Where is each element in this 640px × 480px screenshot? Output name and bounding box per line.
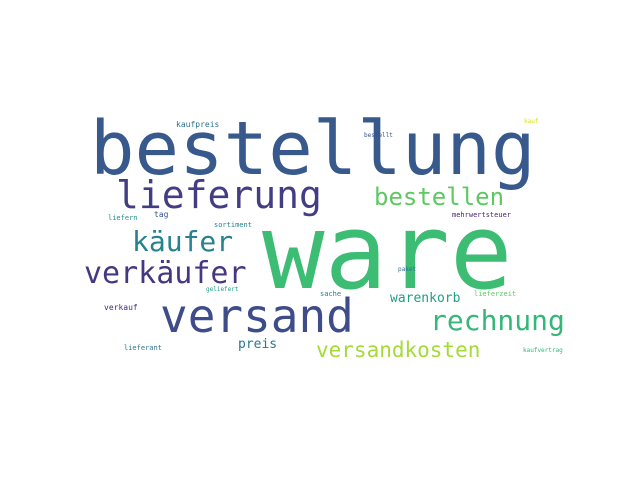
word-kaufvertrag: kaufvertrag — [523, 347, 563, 354]
word-sache: sache — [320, 290, 342, 298]
word-lieferant: lieferant — [124, 344, 162, 352]
word-cloud: bestellung lieferung bestellen käufer ve… — [0, 0, 640, 480]
word-kauf: kauf — [524, 118, 539, 125]
word-preis: preis — [238, 337, 278, 352]
word-geliefert: geliefert — [206, 286, 239, 293]
word-mehrwertsteuer: mehrwertsteuer — [452, 211, 512, 219]
word-paket: paket — [398, 266, 417, 273]
word-liefern: liefern — [108, 214, 138, 222]
word-tag: tag — [154, 210, 169, 219]
word-warenkorb: warenkorb — [390, 291, 461, 306]
word-kaeufer: käufer — [132, 225, 234, 258]
word-bestellt: bestellt — [364, 132, 393, 139]
word-rechnung: rechnung — [430, 304, 565, 337]
word-lieferzeit: lieferzeit — [474, 290, 517, 298]
word-sortiment: sortiment — [214, 221, 252, 229]
word-verkauf: verkauf — [104, 303, 138, 312]
word-kaufpreis: kaufpreis — [176, 120, 220, 129]
word-verkaeufer: verkäufer — [84, 256, 247, 291]
word-versandkosten: versandkosten — [316, 338, 481, 362]
